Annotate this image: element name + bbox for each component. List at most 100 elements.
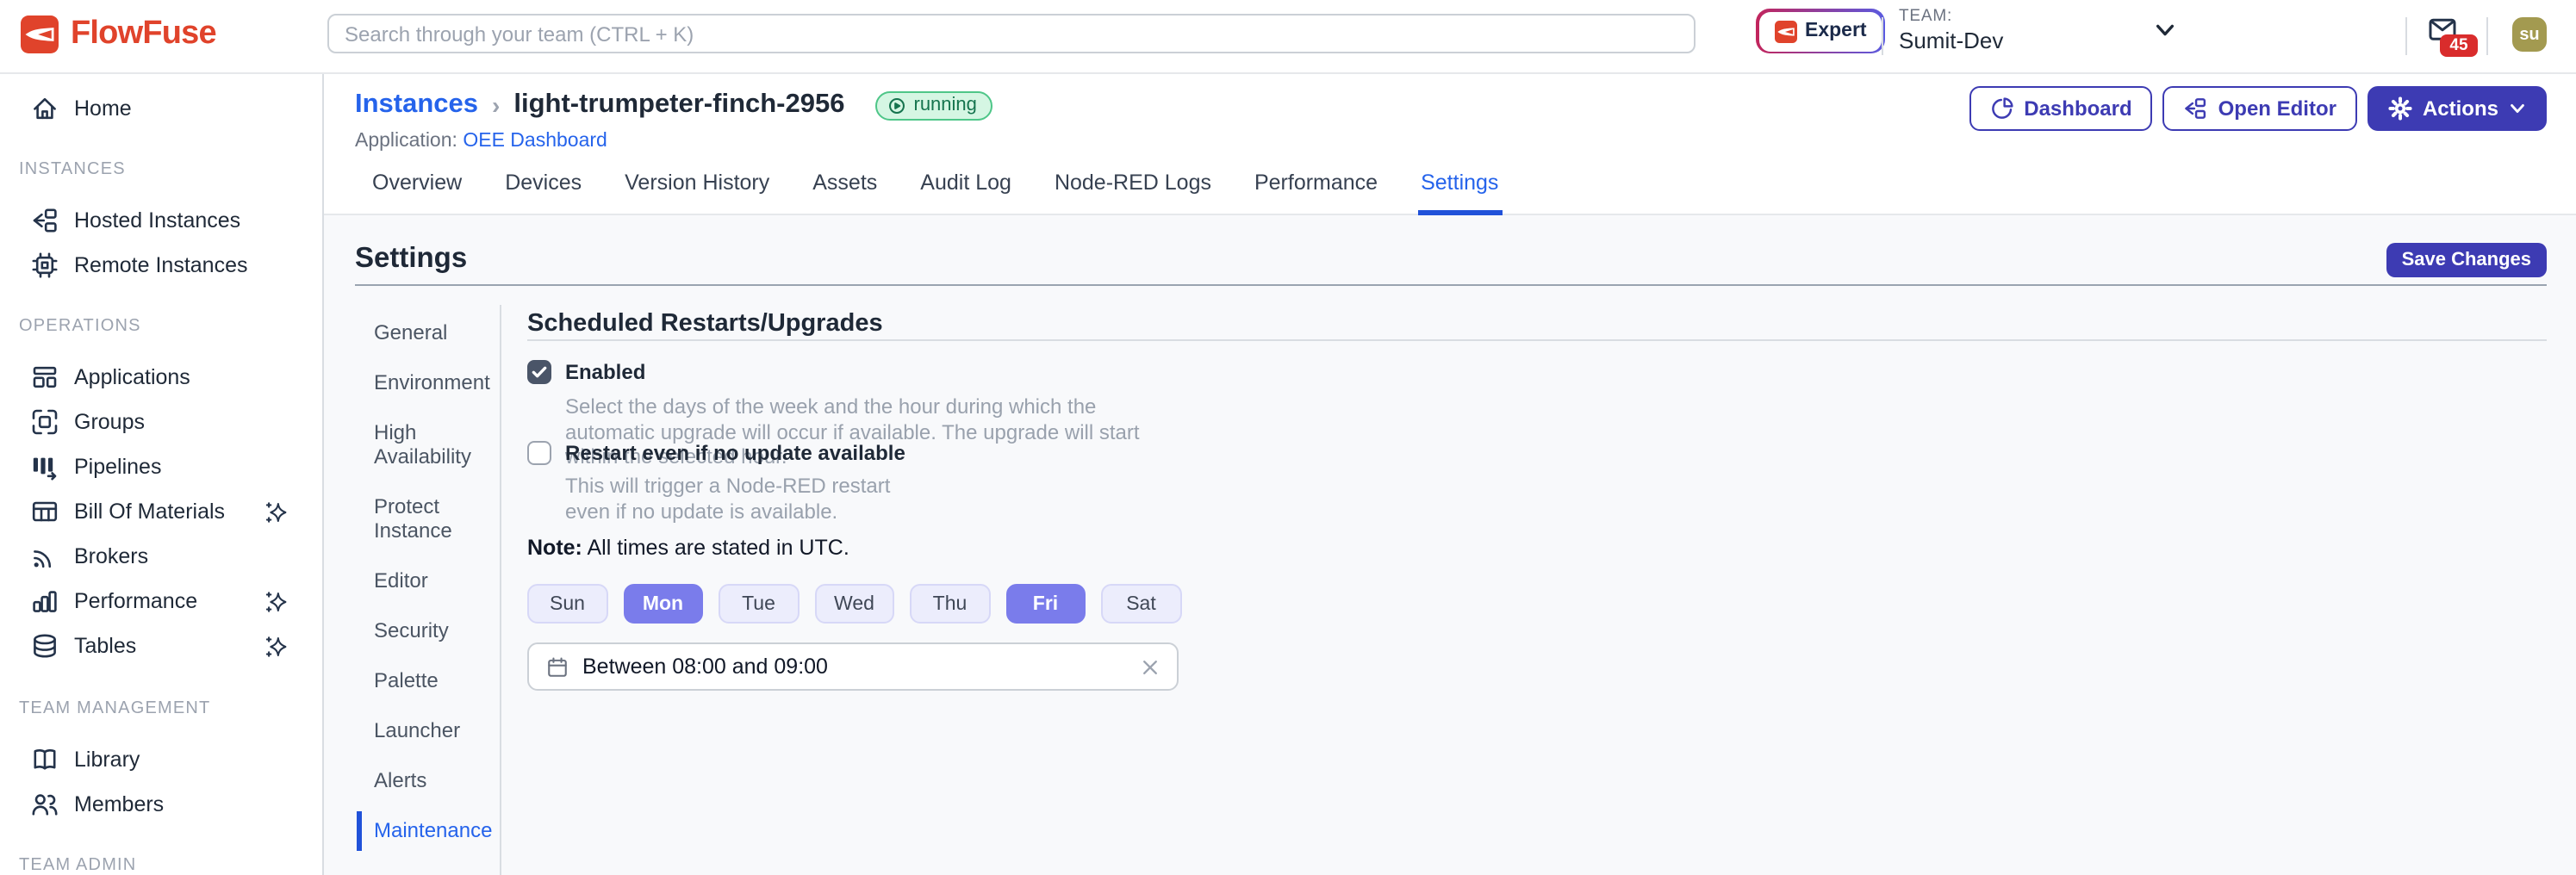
sidebar-item-label: Remote Instances bbox=[74, 253, 248, 277]
day-button-fri[interactable]: Fri bbox=[1005, 584, 1086, 624]
section-heading: Scheduled Restarts/Upgrades bbox=[527, 310, 883, 338]
open-editor-button[interactable]: Open Editor bbox=[2163, 86, 2357, 131]
sidebar-item-members[interactable]: Members bbox=[0, 782, 322, 827]
tab-assets[interactable]: Assets bbox=[809, 171, 880, 215]
sidebar-item-performance[interactable]: Performance bbox=[0, 579, 322, 624]
open-editor-button-label: Open Editor bbox=[2218, 96, 2336, 121]
tab-performance[interactable]: Performance bbox=[1251, 171, 1381, 215]
tab-settings[interactable]: Settings bbox=[1417, 171, 1502, 215]
enabled-checkbox-row: Enabled bbox=[527, 360, 645, 384]
user-avatar[interactable]: su bbox=[2512, 17, 2547, 52]
chevron-down-icon[interactable] bbox=[2154, 19, 2176, 41]
time-range-value: Between 08:00 and 09:00 bbox=[582, 655, 828, 679]
instance-actions: Dashboard Open Editor bbox=[1969, 86, 2547, 131]
settings-nav-security[interactable]: Security bbox=[374, 618, 505, 642]
breadcrumb-instances-link[interactable]: Instances bbox=[355, 90, 478, 121]
tab-overview[interactable]: Overview bbox=[369, 171, 465, 215]
expert-button[interactable]: Expert bbox=[1756, 9, 1885, 53]
search-input[interactable] bbox=[327, 14, 1696, 53]
settings-nav-general[interactable]: General bbox=[374, 320, 505, 344]
actions-button[interactable]: Actions bbox=[2368, 86, 2547, 131]
sidebar-item-label: Brokers bbox=[74, 544, 148, 568]
day-button-mon[interactable]: Mon bbox=[623, 584, 703, 624]
sidebar-section-instances: INSTANCES bbox=[0, 160, 322, 179]
tab-node-red-logs[interactable]: Node-RED Logs bbox=[1051, 171, 1215, 215]
screenshot-stage: FlowFuse Expert TEAM: Sumit-Dev bbox=[0, 0, 2576, 875]
sidebar: Home INSTANCES Hosted Instances Remote I… bbox=[0, 72, 324, 875]
day-button-wed[interactable]: Wed bbox=[814, 584, 894, 624]
applications-icon bbox=[31, 363, 59, 391]
day-button-sun[interactable]: Sun bbox=[527, 584, 607, 624]
time-range-input[interactable]: Between 08:00 and 09:00 bbox=[527, 642, 1179, 691]
section-divider bbox=[527, 339, 2547, 341]
dashboard-button-label: Dashboard bbox=[2024, 96, 2131, 121]
team-name: Sumit-Dev bbox=[1899, 28, 2003, 53]
table-icon bbox=[31, 498, 59, 525]
settings-content: Settings Save Changes General Environmen… bbox=[324, 215, 2576, 875]
sidebar-item-label: Library bbox=[74, 748, 140, 772]
groups-chip-icon bbox=[31, 408, 59, 436]
enabled-checkbox-label: Enabled bbox=[565, 360, 645, 384]
sidebar-item-library[interactable]: Library bbox=[0, 737, 322, 782]
restart-checkbox[interactable] bbox=[527, 441, 551, 465]
sidebar-item-label: Performance bbox=[74, 589, 197, 613]
sidebar-item-brokers[interactable]: Brokers bbox=[0, 534, 322, 579]
settings-nav-high-availability[interactable]: High Availability bbox=[374, 420, 505, 469]
pipelines-icon bbox=[31, 453, 59, 481]
team-selector[interactable]: TEAM: Sumit-Dev bbox=[1899, 7, 2003, 53]
settings-nav-editor[interactable]: Editor bbox=[374, 568, 505, 593]
day-button-thu[interactable]: Thu bbox=[910, 584, 990, 624]
dashboard-button[interactable]: Dashboard bbox=[1969, 86, 2152, 131]
utc-note: Note: All times are stated in UTC. bbox=[527, 536, 849, 560]
enabled-checkbox[interactable] bbox=[527, 360, 551, 384]
sidebar-item-applications[interactable]: Applications bbox=[0, 355, 322, 400]
settings-nav-protect-instance[interactable]: Protect Instance bbox=[374, 494, 505, 543]
breadcrumb-separator: › bbox=[492, 91, 500, 119]
sidebar-item-groups[interactable]: Groups bbox=[0, 400, 322, 444]
sidebar-item-label: Bill Of Materials bbox=[74, 500, 225, 524]
active-nav-indicator bbox=[356, 811, 362, 851]
application-label: Application: bbox=[355, 131, 457, 152]
settings-nav-alerts[interactable]: Alerts bbox=[374, 768, 505, 792]
sidebar-section-team-admin: TEAM ADMIN bbox=[0, 856, 322, 875]
settings-nav: General Environment High Availability Pr… bbox=[374, 320, 505, 868]
ai-sparkle-icon bbox=[265, 635, 288, 657]
database-icon bbox=[31, 632, 59, 660]
day-button-sat[interactable]: Sat bbox=[1101, 584, 1181, 624]
settings-nav-maintenance-label: Maintenance bbox=[374, 818, 492, 842]
settings-nav-palette[interactable]: Palette bbox=[374, 668, 505, 692]
tab-devices[interactable]: Devices bbox=[501, 171, 585, 215]
sidebar-item-remote-instances[interactable]: Remote Instances bbox=[0, 243, 322, 288]
settings-nav-maintenance[interactable]: Maintenance bbox=[374, 818, 505, 842]
main-area: Instances › light-trumpeter-finch-2956 r… bbox=[324, 72, 2576, 875]
calendar-icon bbox=[546, 655, 569, 678]
breadcrumb: Instances › light-trumpeter-finch-2956 r… bbox=[355, 90, 992, 121]
utc-note-label: Note: bbox=[527, 536, 582, 560]
sidebar-item-hosted-instances[interactable]: Hosted Instances bbox=[0, 198, 322, 243]
settings-nav-launcher[interactable]: Launcher bbox=[374, 718, 505, 742]
utc-note-text: All times are stated in UTC. bbox=[588, 536, 849, 560]
day-button-tue[interactable]: Tue bbox=[719, 584, 799, 624]
app-viewport: FlowFuse Expert TEAM: Sumit-Dev bbox=[0, 0, 2576, 875]
settings-nav-environment[interactable]: Environment bbox=[374, 370, 505, 394]
tab-audit-log[interactable]: Audit Log bbox=[917, 171, 1015, 215]
restart-description: This will trigger a Node-RED restart eve… bbox=[565, 474, 941, 524]
application-link[interactable]: OEE Dashboard bbox=[463, 131, 607, 152]
save-changes-button[interactable]: Save Changes bbox=[2386, 243, 2547, 277]
tab-version-history[interactable]: Version History bbox=[621, 171, 773, 215]
actions-button-label: Actions bbox=[2423, 96, 2498, 121]
sidebar-item-pipelines[interactable]: Pipelines bbox=[0, 444, 322, 489]
expert-label: Expert bbox=[1805, 21, 1867, 41]
application-line: Application: OEE Dashboard bbox=[355, 131, 607, 152]
clear-time-icon[interactable] bbox=[1141, 657, 1160, 676]
bar-chart-icon bbox=[31, 587, 59, 615]
sidebar-section-team-management: TEAM MANAGEMENT bbox=[0, 699, 322, 718]
header-divider bbox=[2405, 17, 2407, 55]
sidebar-item-bill-of-materials[interactable]: Bill Of Materials bbox=[0, 489, 322, 534]
brand-name: FlowFuse bbox=[71, 16, 216, 53]
notifications-button[interactable]: 45 bbox=[2428, 17, 2473, 59]
sidebar-item-home[interactable]: Home bbox=[0, 86, 322, 131]
flowfuse-logo[interactable]: FlowFuse bbox=[21, 16, 216, 53]
sidebar-item-tables[interactable]: Tables bbox=[0, 624, 322, 668]
sidebar-item-label: Tables bbox=[74, 634, 136, 658]
